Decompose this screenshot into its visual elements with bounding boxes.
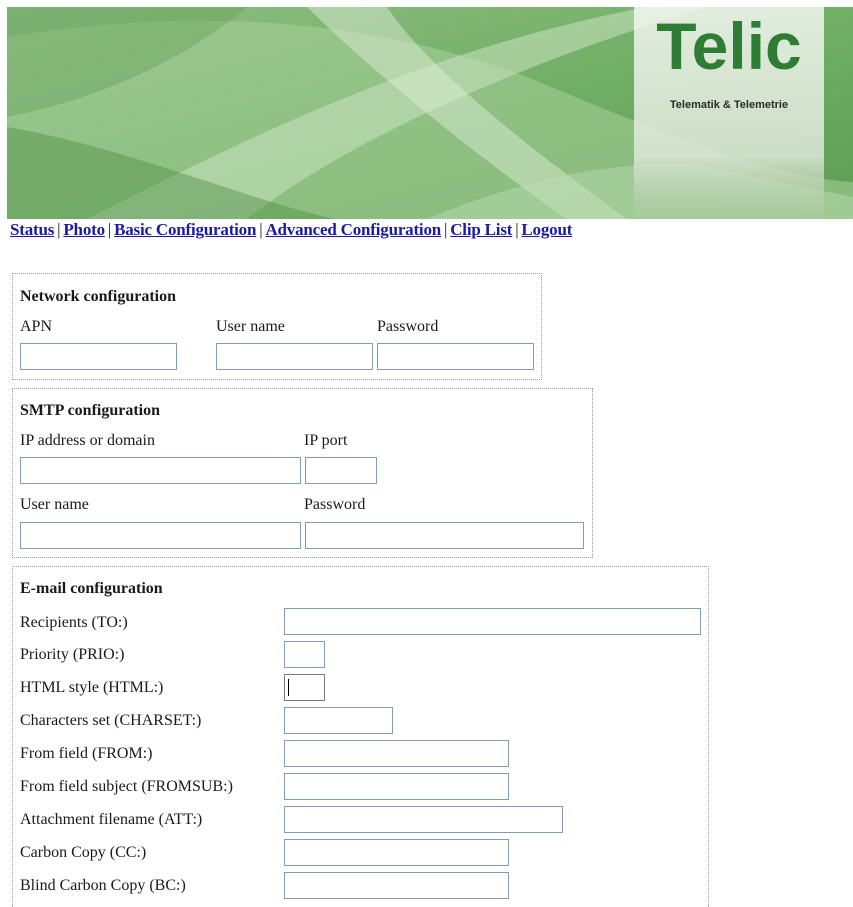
nav-separator: | [107,220,112,239]
from-input[interactable] [284,740,509,767]
smtp-host-input[interactable] [20,457,301,484]
smtp-password-label: Password [304,496,366,513]
nav-link-photo[interactable]: Photo [63,220,105,239]
telic-logo: Telic [656,9,802,83]
email-section-title: E-mail configuration [20,580,163,597]
priority-input[interactable] [284,641,325,668]
carbon-copy-input[interactable] [284,839,509,866]
nav-link-status[interactable]: Status [10,220,54,239]
smtp-port-label: IP port [304,432,348,449]
html-style-label: HTML style (HTML:) [20,679,164,696]
header-banner: Telic Telematik & Telemetrie [7,7,853,219]
smtp-configuration-section: SMTP configuration IP address or domain … [12,388,593,558]
charset-input[interactable] [284,707,393,734]
network-configuration-section: Network configuration APN User name Pass… [12,273,542,380]
banner-background: Telic Telematik & Telemetrie [7,7,853,219]
priority-label: Priority (PRIO:) [20,646,125,663]
email-configuration-section: E-mail configuration Recipients (TO:) Pr… [12,566,709,907]
from-subject-label: From field subject (FROMSUB:) [20,778,233,795]
html-style-input[interactable] [284,674,325,701]
from-label: From field (FROM:) [20,745,153,762]
blind-carbon-copy-input[interactable] [284,872,509,899]
nav-separator: | [444,220,448,239]
carbon-copy-label: Carbon Copy (CC:) [20,844,147,861]
recipients-input[interactable] [284,608,701,635]
network-password-label: Password [377,318,439,335]
nav-link-logout[interactable]: Logout [521,220,572,239]
nav-link-basic-configuration[interactable]: Basic Configuration [114,220,256,239]
text-caret [288,679,289,696]
smtp-port-input[interactable] [305,457,377,484]
attachment-filename-input[interactable] [284,806,563,833]
apn-input[interactable] [20,343,177,370]
nav-link-clip-list[interactable]: Clip List [450,220,512,239]
smtp-section-title: SMTP configuration [20,402,161,419]
smtp-host-label: IP address or domain [20,432,155,449]
blind-carbon-copy-label: Blind Carbon Copy (BC:) [20,877,186,894]
charset-label: Characters set (CHARSET:) [20,712,202,729]
smtp-username-label: User name [20,496,89,513]
network-username-label: User name [216,318,285,335]
network-section-title: Network configuration [20,288,176,305]
apn-label: APN [20,318,53,335]
main-navigation: Status | Photo | Basic Configuration | Advance… [10,220,572,240]
recipients-label: Recipients (TO:) [20,614,128,631]
smtp-username-input[interactable] [20,522,301,549]
attachment-filename-label: Attachment filename (ATT:) [20,811,203,828]
network-password-input[interactable] [377,343,534,370]
nav-separator: | [57,220,61,239]
smtp-password-input[interactable] [305,522,584,549]
logo-tagline: Telematik & Telemetrie [670,99,788,111]
nav-link-advanced-configuration[interactable]: Advanced Configuration [265,220,441,239]
from-subject-input[interactable] [284,773,509,800]
network-username-input[interactable] [216,343,373,370]
